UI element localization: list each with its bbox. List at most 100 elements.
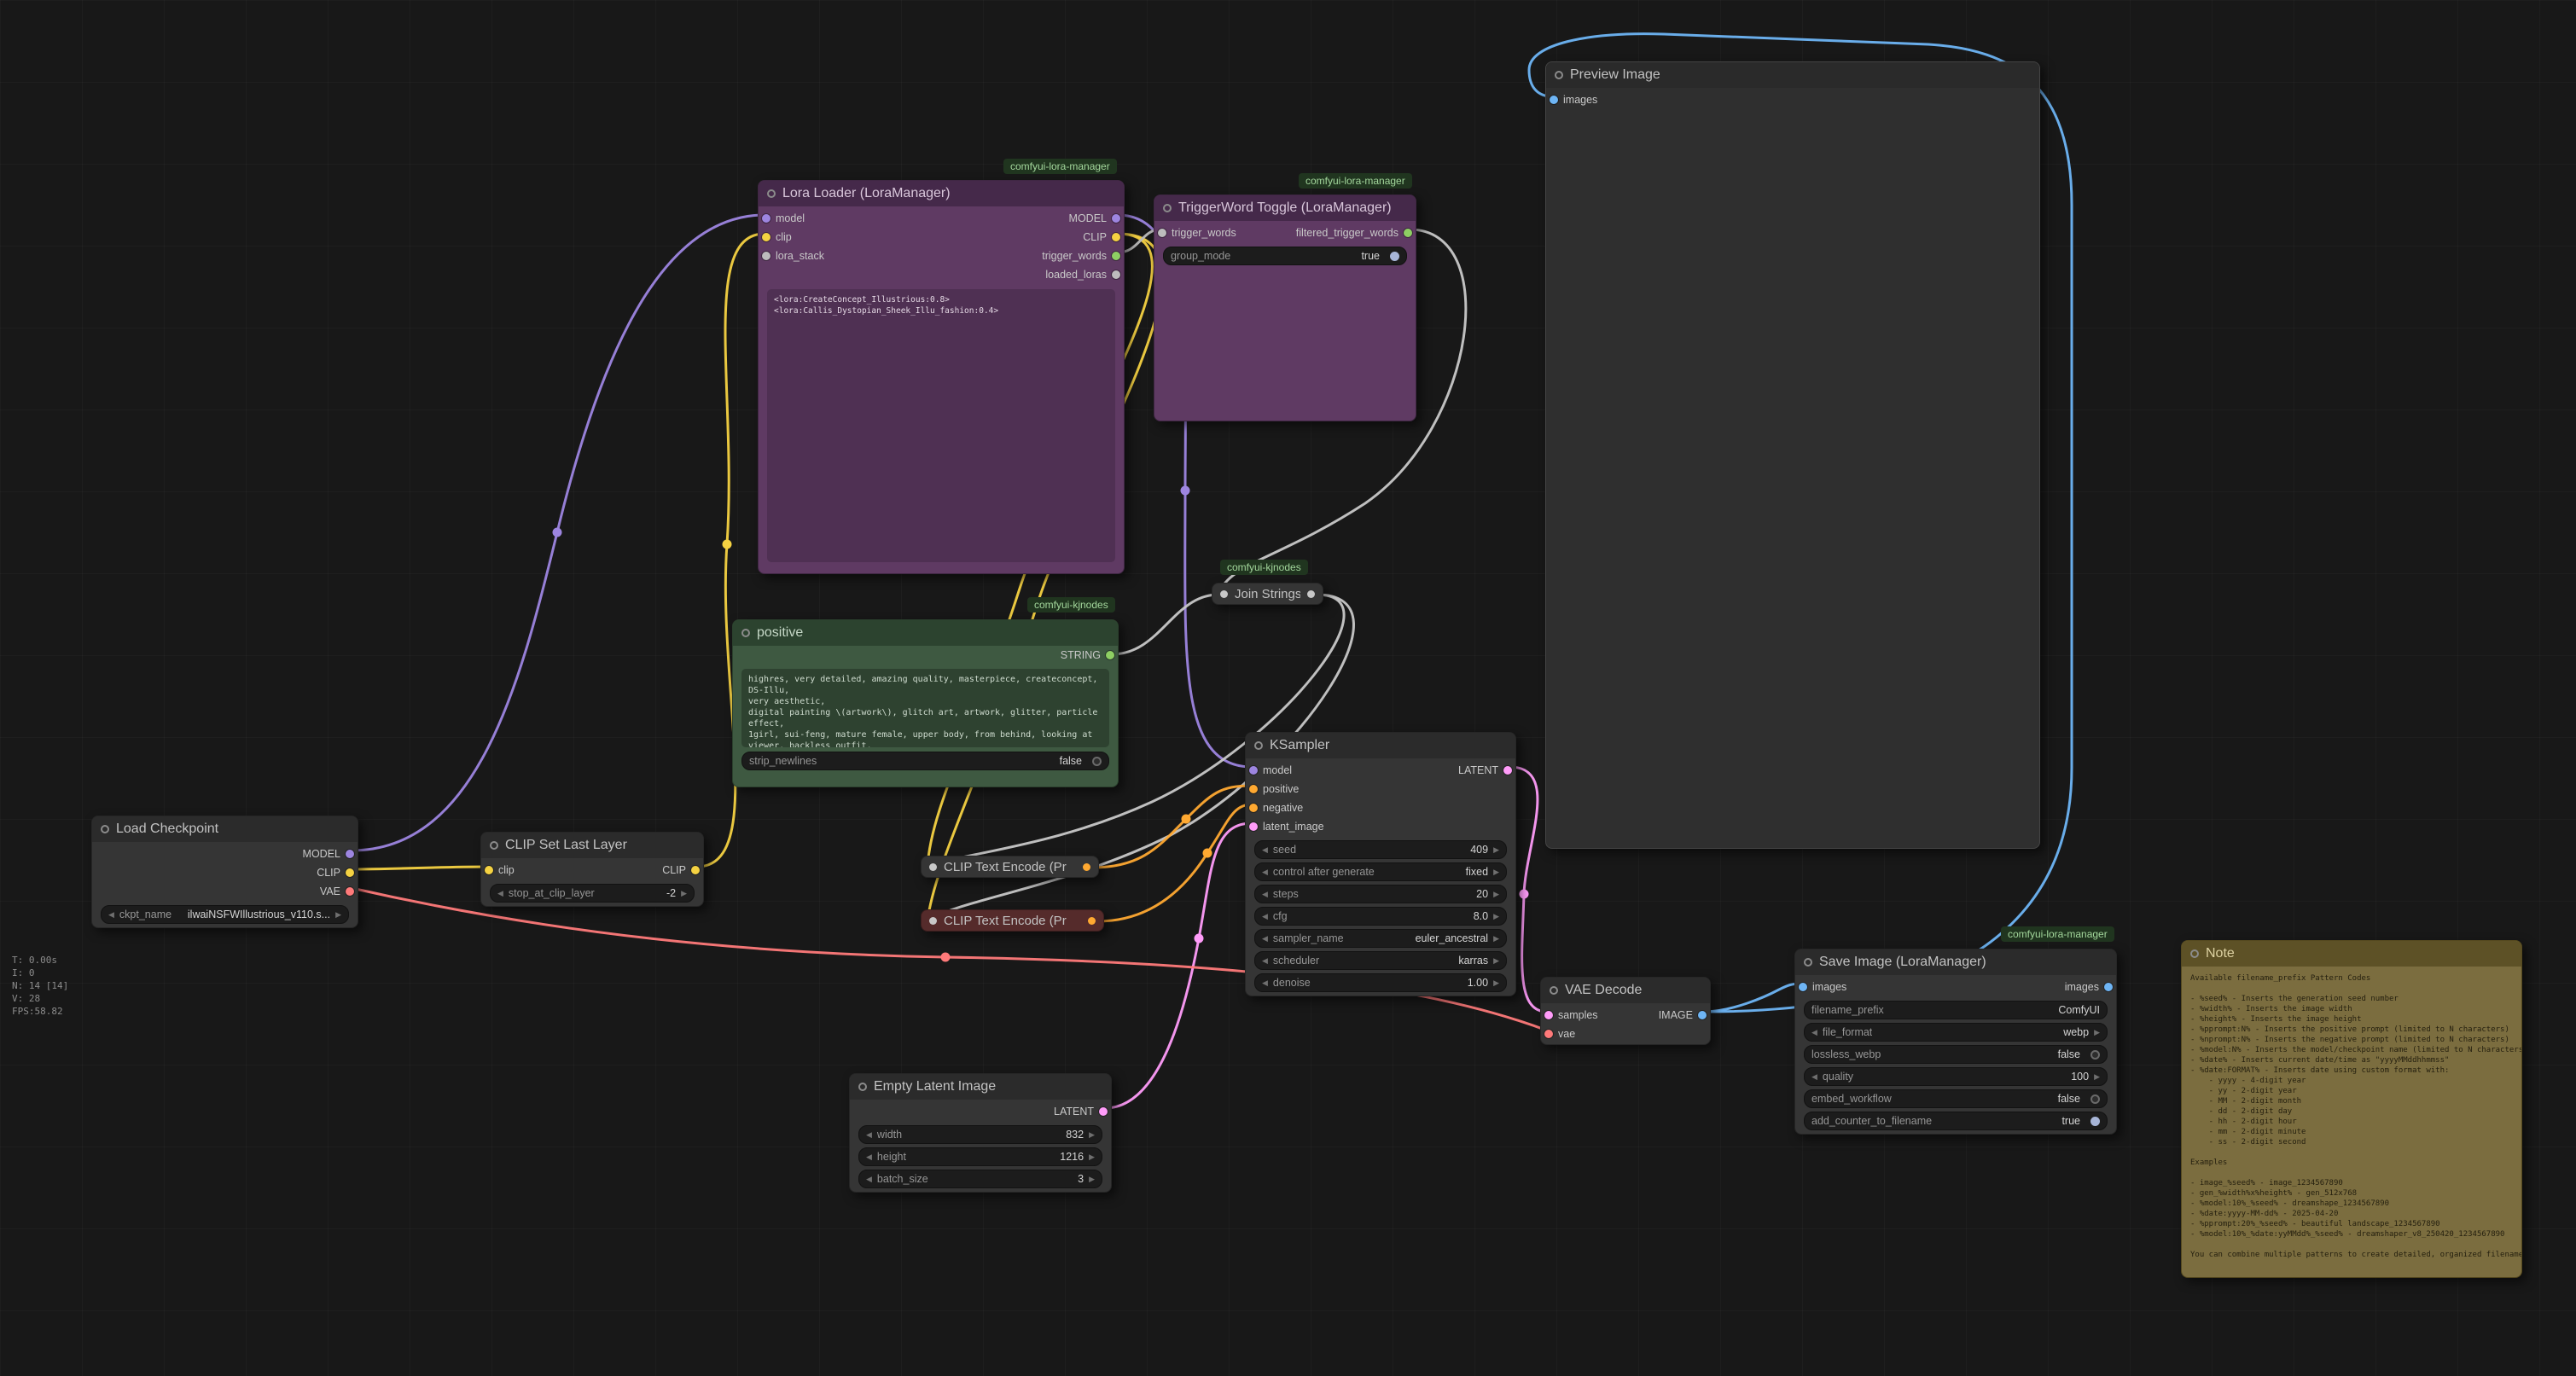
node-title-bar[interactable]: VAE Decode — [1541, 978, 1710, 1003]
combo-left-arrow-icon[interactable]: ◀ — [1262, 979, 1268, 987]
combo-right-arrow-icon[interactable]: ▶ — [1493, 913, 1499, 920]
node-load-checkpoint[interactable]: Load Checkpoint MODEL CLIP VAE ◀ ckpt_na… — [91, 816, 358, 928]
cfg-widget[interactable]: ◀cfg8.0▶ — [1254, 907, 1507, 926]
combo-left-arrow-icon[interactable]: ◀ — [1262, 957, 1268, 965]
strip-newlines-toggle-widget[interactable]: strip_newlines false — [741, 752, 1109, 770]
collapse-dot-icon[interactable] — [101, 825, 109, 833]
filename-prefix-widget[interactable]: filename_prefixComfyUI — [1804, 1001, 2108, 1019]
node-title-bar[interactable]: KSampler — [1246, 733, 1515, 758]
collapse-dot-icon[interactable] — [1163, 204, 1172, 212]
group-mode-toggle-widget[interactable]: group_mode true — [1163, 247, 1407, 265]
combo-right-arrow-icon[interactable]: ▶ — [1493, 935, 1499, 943]
node-title-bar[interactable]: TriggerWord Toggle (LoraManager) — [1154, 195, 1416, 221]
node-title-bar[interactable]: Preview Image — [1546, 62, 2039, 88]
node-title-bar[interactable]: Lora Loader (LoraManager) — [759, 181, 1124, 206]
file-format-widget[interactable]: ◀file_formatwebp▶ — [1804, 1023, 2108, 1042]
combo-right-arrow-icon[interactable]: ▶ — [1089, 1153, 1095, 1161]
node-title-bar[interactable]: Note — [2182, 941, 2521, 967]
combo-left-arrow-icon[interactable]: ◀ — [1811, 1073, 1817, 1081]
input-port[interactable] — [929, 863, 937, 871]
output-port-filtered-trigger-words[interactable] — [1404, 229, 1412, 237]
output-port-clip[interactable] — [691, 866, 700, 874]
input-port[interactable] — [1220, 590, 1228, 598]
combo-right-arrow-icon[interactable]: ▶ — [1493, 868, 1499, 876]
output-port-latent[interactable] — [1099, 1107, 1108, 1116]
combo-right-arrow-icon[interactable]: ▶ — [1089, 1131, 1095, 1139]
input-port-negative[interactable] — [1249, 804, 1258, 812]
collapse-dot-icon[interactable] — [1555, 71, 1563, 79]
combo-left-arrow-icon[interactable]: ◀ — [1262, 891, 1268, 898]
combo-right-arrow-icon[interactable]: ▶ — [335, 911, 341, 919]
ckpt-name-widget[interactable]: ◀ ckpt_name ilwaiNSFWIllustrious_v110.s.… — [101, 905, 349, 924]
node-lora-loader[interactable]: Lora Loader (LoraManager) model MODEL cl… — [758, 180, 1125, 574]
combo-right-arrow-icon[interactable]: ▶ — [1493, 846, 1499, 854]
node-title-bar[interactable]: CLIP Set Last Layer — [481, 833, 703, 858]
input-port-clip[interactable] — [485, 866, 493, 874]
toggle-on-icon[interactable] — [1390, 252, 1399, 261]
combo-right-arrow-icon[interactable]: ▶ — [2094, 1029, 2100, 1036]
output-port-model[interactable] — [1112, 214, 1120, 223]
output-port-conditioning[interactable] — [1088, 917, 1096, 925]
prompt-text-area[interactable]: highres, very detailed, amazing quality,… — [741, 669, 1109, 747]
lossless-webp-toggle-widget[interactable]: lossless_webpfalse — [1804, 1045, 2108, 1064]
input-port[interactable] — [929, 917, 937, 925]
combo-right-arrow-icon[interactable]: ▶ — [2094, 1073, 2100, 1081]
collapse-dot-icon[interactable] — [490, 841, 498, 850]
lora-text-area[interactable]: <lora:CreateConcept_Illustrious:0.8> <lo… — [767, 289, 1115, 562]
input-port-trigger-words[interactable] — [1158, 229, 1166, 237]
output-port-clip[interactable] — [346, 868, 354, 877]
input-port-images[interactable] — [1799, 983, 1807, 991]
denoise-widget[interactable]: ◀denoise1.00▶ — [1254, 973, 1507, 992]
node-title-bar[interactable]: Empty Latent Image — [850, 1074, 1111, 1100]
height-widget[interactable]: ◀height1216▶ — [858, 1147, 1102, 1166]
input-port-positive[interactable] — [1249, 785, 1258, 793]
combo-left-arrow-icon[interactable]: ◀ — [1811, 1029, 1817, 1036]
embed-workflow-toggle-widget[interactable]: embed_workflowfalse — [1804, 1089, 2108, 1108]
output-port-latent[interactable] — [1503, 766, 1512, 775]
node-preview-image[interactable]: Preview Image images — [1545, 61, 2040, 849]
combo-left-arrow-icon[interactable]: ◀ — [866, 1131, 872, 1139]
combo-left-arrow-icon[interactable]: ◀ — [497, 890, 503, 897]
node-clip-text-encode-negative[interactable]: CLIP Text Encode (Pr — [921, 909, 1104, 932]
combo-left-arrow-icon[interactable]: ◀ — [1262, 913, 1268, 920]
output-port-clip[interactable] — [1112, 233, 1120, 241]
collapse-dot-icon[interactable] — [1804, 958, 1812, 967]
node-graph-canvas[interactable]: T: 0.00s I: 0 N: 14 [14] V: 28 FPS:58.82… — [0, 0, 2576, 1376]
node-ksampler[interactable]: KSampler model LATENT positive negative … — [1245, 732, 1516, 996]
collapse-dot-icon[interactable] — [858, 1083, 867, 1091]
combo-left-arrow-icon[interactable]: ◀ — [1262, 846, 1268, 854]
seed-widget[interactable]: ◀seed409▶ — [1254, 840, 1507, 859]
output-port-string[interactable] — [1106, 651, 1114, 659]
steps-widget[interactable]: ◀steps20▶ — [1254, 885, 1507, 903]
collapse-dot-icon[interactable] — [2190, 949, 2199, 958]
scheduler-widget[interactable]: ◀schedulerkarras▶ — [1254, 951, 1507, 970]
combo-right-arrow-icon[interactable]: ▶ — [681, 890, 687, 897]
input-port-model[interactable] — [1249, 766, 1258, 775]
sampler-name-widget[interactable]: ◀sampler_nameeuler_ancestral▶ — [1254, 929, 1507, 948]
combo-left-arrow-icon[interactable]: ◀ — [1262, 935, 1268, 943]
node-clip-text-encode-positive[interactable]: CLIP Text Encode (Pr — [921, 856, 1099, 878]
input-port-model[interactable] — [762, 214, 770, 223]
toggle-off-icon[interactable] — [1092, 757, 1102, 766]
batch-size-widget[interactable]: ◀batch_size3▶ — [858, 1170, 1102, 1188]
output-port-loaded-loras[interactable] — [1112, 270, 1120, 279]
collapse-dot-icon[interactable] — [1254, 741, 1263, 750]
input-port-latent-image[interactable] — [1249, 822, 1258, 831]
control-after-generate-widget[interactable]: ◀control after generatefixed▶ — [1254, 862, 1507, 881]
output-port[interactable] — [1307, 590, 1315, 598]
combo-right-arrow-icon[interactable]: ▶ — [1493, 891, 1499, 898]
combo-right-arrow-icon[interactable]: ▶ — [1493, 957, 1499, 965]
node-empty-latent-image[interactable]: Empty Latent Image LATENT ◀width832▶ ◀he… — [849, 1073, 1112, 1193]
toggle-off-icon[interactable] — [2090, 1094, 2100, 1104]
add-counter-toggle-widget[interactable]: add_counter_to_filenametrue — [1804, 1112, 2108, 1130]
node-title-bar[interactable]: Load Checkpoint — [92, 816, 358, 842]
combo-right-arrow-icon[interactable]: ▶ — [1089, 1176, 1095, 1183]
width-widget[interactable]: ◀width832▶ — [858, 1125, 1102, 1144]
toggle-off-icon[interactable] — [2090, 1050, 2100, 1060]
node-triggerword-toggle[interactable]: TriggerWord Toggle (LoraManager) trigger… — [1154, 194, 1416, 421]
stop-at-clip-layer-widget[interactable]: ◀ stop_at_clip_layer -2 ▶ — [490, 884, 695, 903]
combo-left-arrow-icon[interactable]: ◀ — [1262, 868, 1268, 876]
quality-widget[interactable]: ◀quality100▶ — [1804, 1067, 2108, 1086]
collapse-dot-icon[interactable] — [1550, 986, 1558, 995]
combo-left-arrow-icon[interactable]: ◀ — [108, 911, 114, 919]
